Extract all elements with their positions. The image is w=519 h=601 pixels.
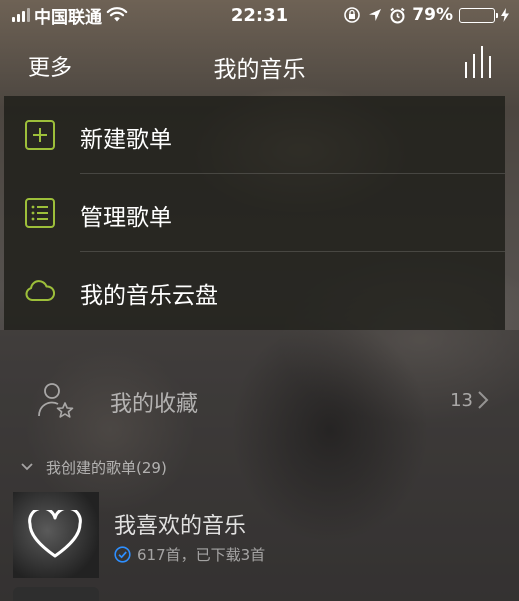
next-playlist-cover[interactable] [13,587,99,601]
favorites-count: 13 [450,390,473,411]
menu-item-cloud-drive[interactable]: 我的音乐云盘 [4,252,505,330]
user-star-icon [38,383,74,418]
status-bar: 中国联通 22:31 79% [0,0,519,30]
cloud-icon [25,280,55,301]
battery-percent: 79% [412,5,453,25]
status-right: 79% [343,5,509,25]
playlist-meta-text: 617首，已下载3首 [137,546,266,564]
chevron-down-icon [21,463,33,471]
nav-bar: 更多 我的音乐 [0,30,519,96]
playlist-meta: 617首，已下载3首 [114,544,265,565]
favorites-row[interactable]: 我的收藏 13 [0,360,519,440]
location-icon [369,9,382,21]
section-label: 我创建的歌单(29) [46,458,167,477]
menu-item-label: 我的音乐云盘 [80,283,218,309]
menu-item-label: 管理歌单 [80,205,172,231]
plus-square-icon [25,120,55,150]
menu-item-label: 新建歌单 [80,127,172,153]
playlist-name: 我喜欢的音乐 [114,514,247,539]
downloaded-check-icon [114,546,131,563]
battery-icon [459,7,498,23]
page-title: 我的音乐 [213,57,306,83]
chevron-right-icon [478,391,489,409]
playlist-item[interactable]: 我喜欢的音乐 617首，已下载3首 [0,492,519,580]
charging-icon [501,8,509,22]
playlist-cover [13,492,99,578]
list-icon [25,198,55,228]
alarm-icon [390,7,405,23]
menu-item-manage-playlist[interactable]: 管理歌单 [4,174,505,252]
rotation-lock-icon [344,7,361,23]
dropdown-menu: 新建歌单 管理歌单 我的音乐云盘 [4,96,505,330]
equalizer-icon[interactable] [461,46,499,78]
menu-item-new-playlist[interactable]: 新建歌单 [4,96,505,174]
created-playlists-header[interactable]: 我创建的歌单(29) [20,456,167,478]
favorites-label: 我的收藏 [110,392,199,417]
heart-icon [28,510,82,558]
